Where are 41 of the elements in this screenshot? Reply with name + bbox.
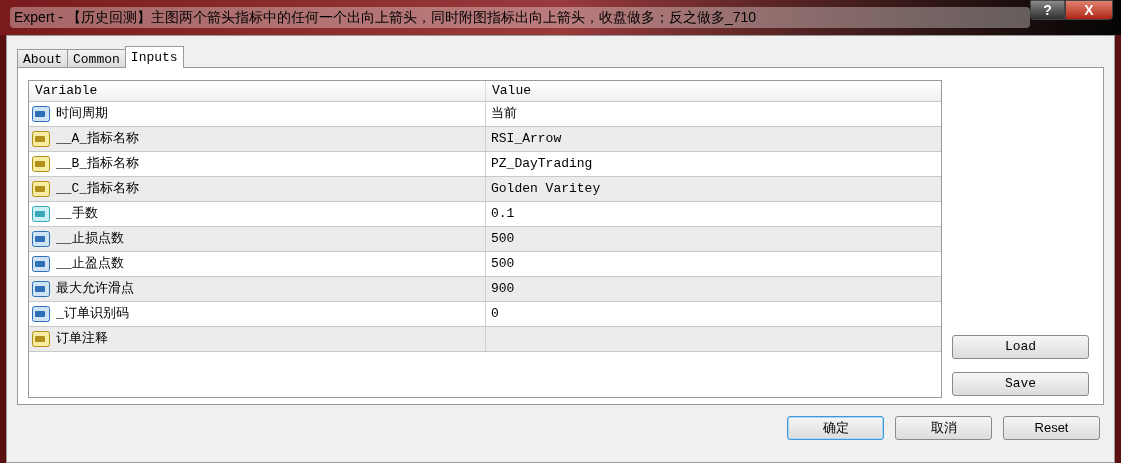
int-type-icon	[32, 106, 50, 122]
variable-name: _订单识别码	[56, 305, 129, 324]
variable-value[interactable]: Golden Varitey	[491, 179, 601, 199]
variable-name: __B_指标名称	[56, 155, 140, 174]
variable-name: 订单注释	[56, 330, 108, 349]
close-button[interactable]: X	[1065, 0, 1113, 20]
variable-name: __止损点数	[56, 230, 124, 249]
variable-value[interactable]: PZ_DayTrading	[491, 154, 593, 174]
dialog-button[interactable]: 确定	[787, 416, 884, 440]
variable-value[interactable]: RSI_Arrow	[491, 129, 562, 149]
double-type-icon	[32, 206, 50, 222]
variable-value[interactable]: 0.1	[491, 204, 515, 224]
variable-name: __C_指标名称	[56, 180, 140, 199]
variable-name: __手数	[56, 205, 98, 224]
variable-value[interactable]: 900	[491, 279, 515, 299]
variable-value[interactable]: 当前	[491, 104, 517, 124]
variable-name: 时间周期	[56, 105, 108, 124]
int-type-icon	[32, 231, 50, 247]
string-type-icon	[32, 181, 50, 197]
variable-value[interactable]: 500	[491, 254, 515, 274]
dialog-button[interactable]: Reset	[1003, 416, 1100, 440]
string-type-icon	[32, 331, 50, 347]
int-type-icon	[32, 306, 50, 322]
tab[interactable]: Common	[67, 49, 126, 68]
help-button[interactable]: ?	[1030, 0, 1065, 20]
window-title: Expert - 【历史回测】主图两个箭头指标中的任何一个出向上箭头，同时附图指标出向上箭头，收盘做多；反之做多_710	[10, 7, 1030, 28]
column-header: Variable	[29, 81, 486, 101]
string-type-icon	[32, 131, 50, 147]
side-button[interactable]: Load	[952, 335, 1089, 359]
variable-value[interactable]: 500	[491, 229, 515, 249]
variable-name: __A_指标名称	[56, 130, 140, 149]
string-type-icon	[32, 156, 50, 172]
dialog-button[interactable]: 取消	[895, 416, 992, 440]
int-type-icon	[32, 256, 50, 272]
tab[interactable]: Inputs	[124, 46, 184, 68]
variable-name: 最大允许滑点	[56, 280, 134, 299]
variable-value[interactable]: 0	[491, 304, 499, 324]
variable-name: __止盈点数	[56, 255, 124, 274]
int-type-icon	[32, 281, 50, 297]
column-header: Value	[491, 82, 532, 101]
side-button[interactable]: Save	[952, 372, 1089, 396]
